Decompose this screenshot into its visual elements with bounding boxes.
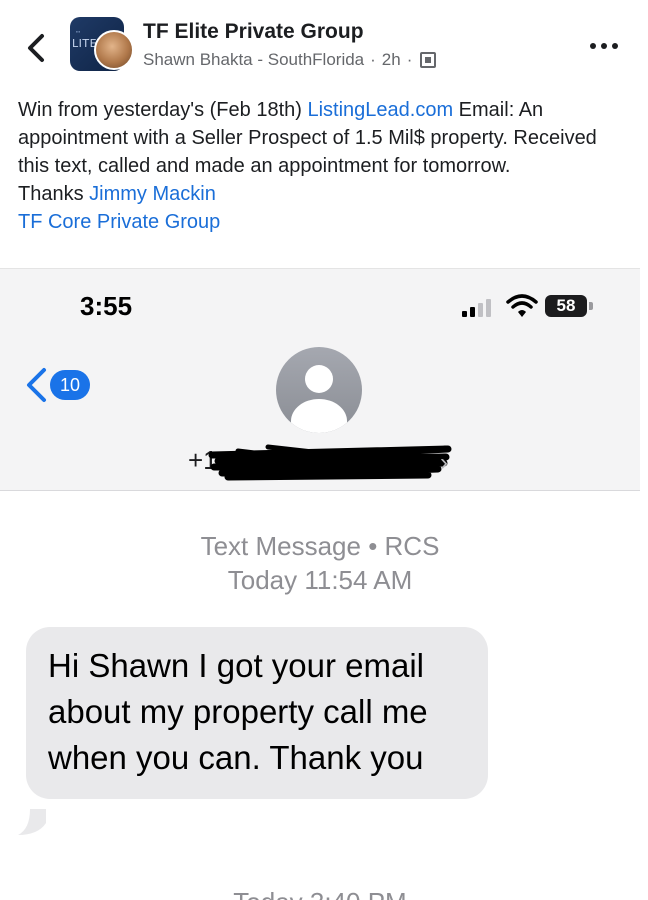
back-button[interactable] — [22, 30, 50, 66]
cellular-signal-icon — [462, 299, 496, 317]
wifi-icon — [506, 294, 538, 317]
group-name[interactable]: TF Elite Private Group — [143, 20, 364, 44]
status-bar-time: 3:55 — [80, 291, 133, 321]
chevron-left-icon — [28, 34, 44, 62]
listinglead-link[interactable]: ListingLead.com — [307, 99, 453, 121]
post-meta: Shawn Bhakta - SouthFlorida · 2h · — [143, 50, 437, 70]
messages-header: 3:55 58 10 +1 › — [0, 269, 640, 491]
meta-separator: · — [370, 50, 376, 69]
chevron-right-icon: › — [440, 449, 448, 476]
more-dot-icon — [612, 43, 618, 49]
post-text-part1: Win from yesterday's (Feb 18th) — [18, 99, 308, 121]
thanks-text: Thanks — [18, 183, 90, 205]
attached-screenshot[interactable]: 3:55 58 10 +1 › Text Message • RCS Today… — [0, 268, 640, 900]
next-timestamp-text: Today 3:40 PM — [233, 887, 406, 900]
group-tag-link[interactable]: TF Core Private Group — [18, 211, 220, 233]
more-options-button[interactable] — [590, 36, 622, 56]
post-time[interactable]: 2h — [382, 50, 401, 70]
more-dot-icon — [601, 43, 607, 49]
meta-separator-2: · — [406, 50, 413, 69]
message-service-label: Text Message • RCS — [200, 531, 440, 561]
battery-nub — [589, 302, 593, 310]
author-avatar[interactable] — [94, 30, 134, 70]
bubble-tail — [18, 809, 46, 835]
battery-icon: 58 — [545, 295, 587, 317]
group-audience-icon — [420, 52, 437, 68]
more-dot-icon — [590, 43, 596, 49]
redaction-scribble — [208, 444, 452, 481]
messages-back-button[interactable]: 10 — [24, 365, 90, 405]
author-name[interactable]: Shawn Bhakta - SouthFlorida — [143, 50, 364, 70]
message-timestamp: Today 11:54 AM — [227, 565, 413, 595]
contact-avatar-icon[interactable] — [276, 347, 362, 433]
mention-link[interactable]: Jimmy Mackin — [89, 183, 216, 205]
next-message-timestamp: Today 3:40 PM — [0, 881, 640, 900]
post-header: ▪▪▪ LITE TF Elite Private Group Shawn Bh… — [0, 0, 648, 92]
post-body: Win from yesterday's (Feb 18th) ListingL… — [18, 96, 630, 236]
contact-number[interactable]: +1 › — [188, 441, 458, 481]
incoming-message-bubble[interactable]: Hi Shawn I got your email about my prope… — [26, 627, 488, 799]
chevron-left-icon — [27, 368, 46, 402]
unread-count-badge: 10 — [50, 370, 90, 400]
